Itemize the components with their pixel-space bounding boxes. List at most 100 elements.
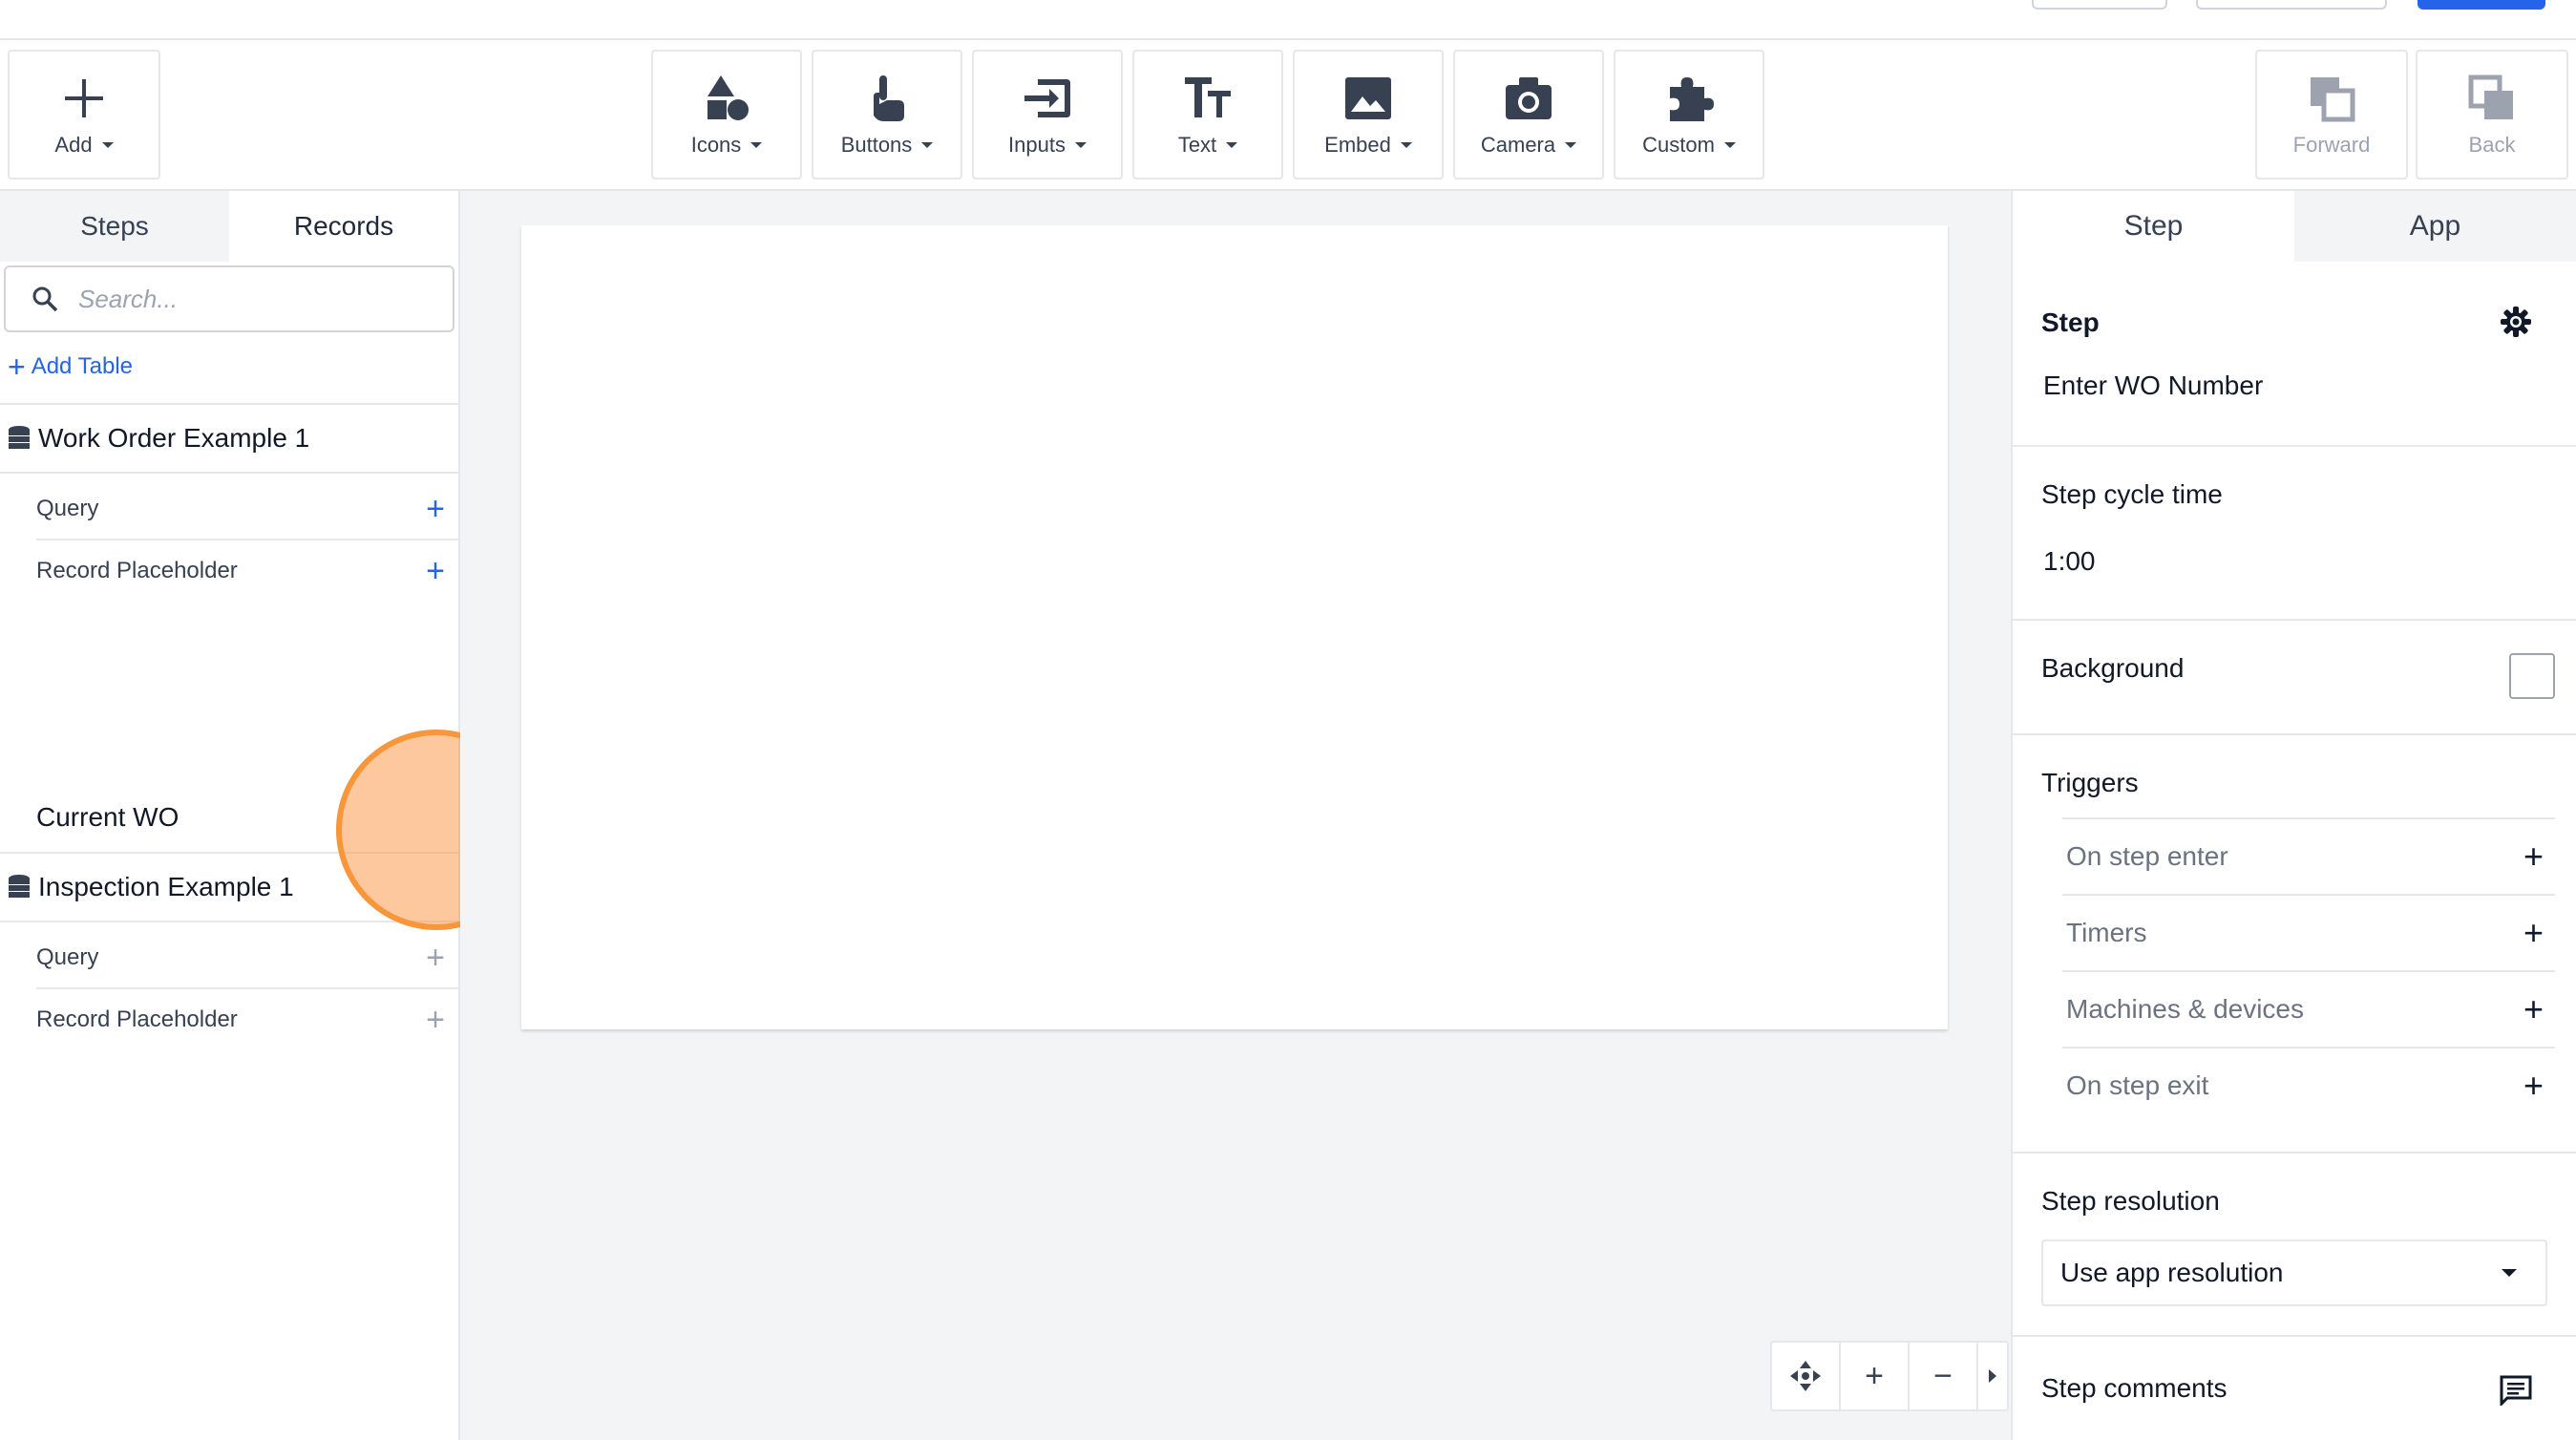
step-canvas[interactable]	[521, 225, 1948, 1029]
buttons-label: Buttons	[840, 133, 913, 157]
row-label: Record Placeholder	[36, 1006, 238, 1032]
comment-icon[interactable]	[2500, 1375, 2532, 1406]
plus-icon: +	[8, 349, 26, 384]
puzzle-icon	[1670, 77, 1714, 121]
chevron-down-icon	[921, 142, 934, 148]
resolution-label: Step resolution	[2041, 1186, 2220, 1216]
icons-button[interactable]: Icons	[651, 50, 802, 180]
add-button[interactable]: Add	[8, 50, 160, 180]
tab-steps[interactable]: Steps	[0, 191, 229, 262]
background-section: Background	[2013, 621, 2576, 735]
add-query-plus-icon[interactable]: +	[426, 942, 445, 974]
add-placeholder-plus-icon[interactable]: +	[426, 1004, 445, 1036]
tab-records[interactable]: Records	[229, 191, 458, 262]
chevron-down-icon	[750, 142, 763, 148]
trigger-timers[interactable]: Timers +	[2062, 894, 2555, 970]
inputs-button[interactable]: Inputs	[972, 50, 1123, 180]
list-item-query[interactable]: Query +	[36, 928, 458, 989]
database-icon	[9, 875, 30, 898]
widget-toolbar: Add Icons Buttons Inputs Text Embed Came…	[0, 40, 2576, 191]
forward-label: Forward	[2292, 133, 2371, 157]
resolution-select[interactable]: Use app resolution	[2041, 1239, 2547, 1306]
trigger-label: Machines & devices	[2066, 994, 2305, 1024]
back-button[interactable]: Back	[2416, 50, 2568, 180]
chevron-down-icon	[1074, 142, 1087, 148]
background-label: Background	[2041, 653, 2185, 683]
add-label: Add	[54, 133, 93, 157]
tab-app[interactable]: App	[2294, 191, 2576, 262]
trigger-label: Timers	[2066, 918, 2147, 947]
image-icon	[1345, 77, 1391, 119]
search-placeholder: Search...	[78, 284, 179, 313]
table-name: Inspection Example 1	[38, 872, 294, 901]
embed-label: Embed	[1324, 133, 1391, 157]
add-placeholder-plus-icon[interactable]: +	[426, 555, 445, 587]
list-item-record-placeholder[interactable]: Record Placeholder +	[36, 989, 458, 1050]
background-checkbox[interactable]	[2509, 653, 2555, 699]
plus-icon	[65, 79, 103, 117]
zoom-in-icon[interactable]: +	[1841, 1343, 1910, 1409]
list-item-query[interactable]: Query +	[36, 479, 458, 540]
step-label: Step	[2041, 307, 2100, 337]
step-comments-label: Step comments	[2041, 1373, 2228, 1403]
triggers-label: Triggers	[2041, 768, 2139, 797]
pan-move-icon[interactable]	[1772, 1343, 1841, 1409]
top-bar	[0, 0, 2576, 40]
back-label: Back	[2468, 133, 2516, 157]
trigger-on-step-exit[interactable]: On step exit +	[2062, 1047, 2555, 1123]
inputs-label: Inputs	[1008, 133, 1066, 157]
canvas-area: + −	[460, 191, 2011, 1440]
embed-button[interactable]: Embed	[1293, 50, 1444, 180]
cycle-time-value[interactable]: 1:00	[2043, 546, 2096, 577]
plus-icon[interactable]: +	[2523, 1066, 2544, 1106]
text-button[interactable]: Text	[1132, 50, 1283, 180]
search-input[interactable]: Search...	[4, 265, 454, 332]
add-query-plus-icon[interactable]: +	[426, 493, 445, 525]
top-primary-button[interactable]	[2418, 0, 2545, 10]
trigger-label: On step enter	[2066, 841, 2228, 871]
chevron-right-icon[interactable]	[1978, 1343, 2007, 1409]
right-tabs: Step App	[2013, 191, 2576, 262]
table-name: Work Order Example 1	[38, 423, 310, 453]
chevron-down-icon	[101, 142, 114, 148]
plus-icon[interactable]: +	[2523, 989, 2544, 1029]
custom-label: Custom	[1642, 133, 1715, 157]
cycle-time-label: Step cycle time	[2041, 479, 2223, 509]
chevron-down-icon	[2502, 1269, 2517, 1277]
top-action-button-2[interactable]	[2196, 0, 2387, 10]
forward-button[interactable]: Forward	[2255, 50, 2408, 180]
tab-step[interactable]: Step	[2013, 191, 2294, 262]
shapes-icon	[707, 75, 749, 120]
send-backward-icon	[2468, 74, 2513, 119]
buttons-button[interactable]: Buttons	[812, 50, 962, 180]
custom-button[interactable]: Custom	[1614, 50, 1764, 180]
top-action-button-1[interactable]	[2032, 0, 2167, 10]
chevron-down-icon	[1400, 142, 1412, 148]
zoom-out-icon[interactable]: −	[1910, 1343, 1978, 1409]
icons-label: Icons	[690, 133, 742, 157]
add-table-link[interactable]: + Add Table	[8, 351, 133, 382]
trigger-machines-devices[interactable]: Machines & devices +	[2062, 970, 2555, 1047]
bring-forward-icon	[2311, 77, 2355, 122]
left-tabs: Steps Records	[0, 191, 458, 262]
plus-icon[interactable]: +	[2523, 913, 2544, 953]
zoom-controls: + −	[1770, 1341, 2009, 1411]
right-panel: Step App Step Enter WO Number Step cycle…	[2011, 191, 2576, 1440]
plus-icon[interactable]: +	[2523, 836, 2544, 877]
cycle-time-section: Step cycle time 1:00	[2013, 447, 2576, 621]
triggers-section: Triggers On step enter + Timers + Machines…	[2013, 735, 2576, 1154]
pointer-hand-icon	[874, 75, 904, 121]
row-label: Query	[36, 944, 99, 970]
trigger-on-step-enter[interactable]: On step enter +	[2062, 817, 2555, 894]
placeholder-current-wo[interactable]: Current WO	[36, 802, 179, 833]
gear-icon[interactable]	[2500, 306, 2532, 338]
resolution-value: Use app resolution	[2060, 1258, 2284, 1287]
step-name-value[interactable]: Enter WO Number	[2043, 371, 2263, 401]
database-icon	[9, 426, 30, 449]
camera-icon	[1506, 77, 1552, 119]
camera-button[interactable]: Camera	[1453, 50, 1604, 180]
chevron-down-icon	[1565, 142, 1577, 148]
list-item-record-placeholder[interactable]: Record Placeholder +	[36, 540, 458, 602]
table-header-work-order[interactable]: Work Order Example 1	[0, 403, 458, 474]
add-table-label: Add Table	[31, 353, 133, 379]
